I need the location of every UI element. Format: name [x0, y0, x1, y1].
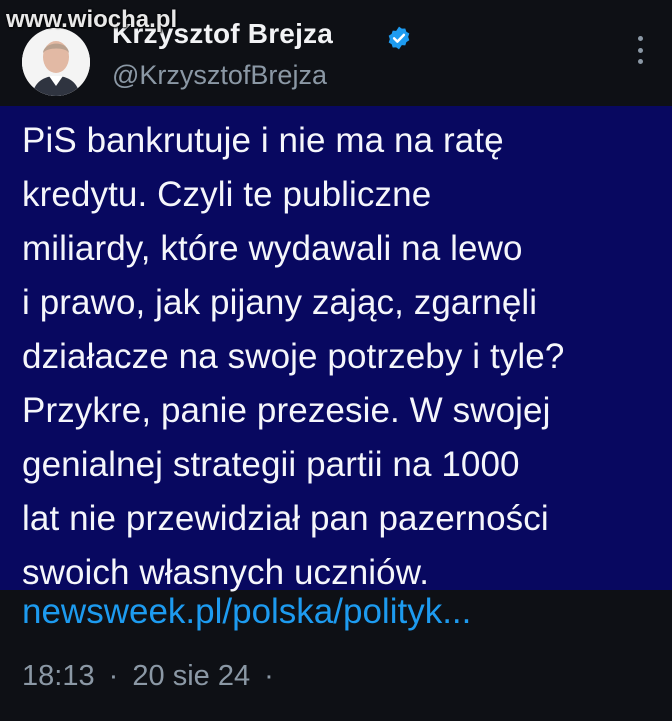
user-handle[interactable]: @KrzysztofBrejza — [112, 60, 327, 91]
site-watermark: www.wiocha.pl — [6, 6, 178, 33]
more-options-icon[interactable] — [636, 36, 644, 64]
more-dot — [637, 36, 643, 41]
more-dot — [637, 59, 643, 64]
meta-separator: · — [264, 660, 274, 692]
tweet-time[interactable]: 18:13 — [22, 660, 95, 692]
tweet-meta: 18:13 · 20 sie 24 · — [22, 660, 280, 693]
more-dot — [637, 47, 643, 53]
verified-badge-icon — [388, 26, 410, 50]
tweet-text-highlight: PiS bankrutuje i nie ma na ratę kredytu.… — [0, 106, 672, 592]
tweet-date[interactable]: 20 sie 24 — [132, 660, 250, 692]
avatar-photo — [22, 28, 90, 96]
tweet-text: PiS bankrutuje i nie ma na ratę kredytu.… — [22, 121, 565, 592]
article-link[interactable]: newsweek.pl/polska/polityk... — [22, 590, 471, 634]
meta-separator: · — [108, 660, 119, 692]
avatar[interactable] — [22, 28, 90, 96]
